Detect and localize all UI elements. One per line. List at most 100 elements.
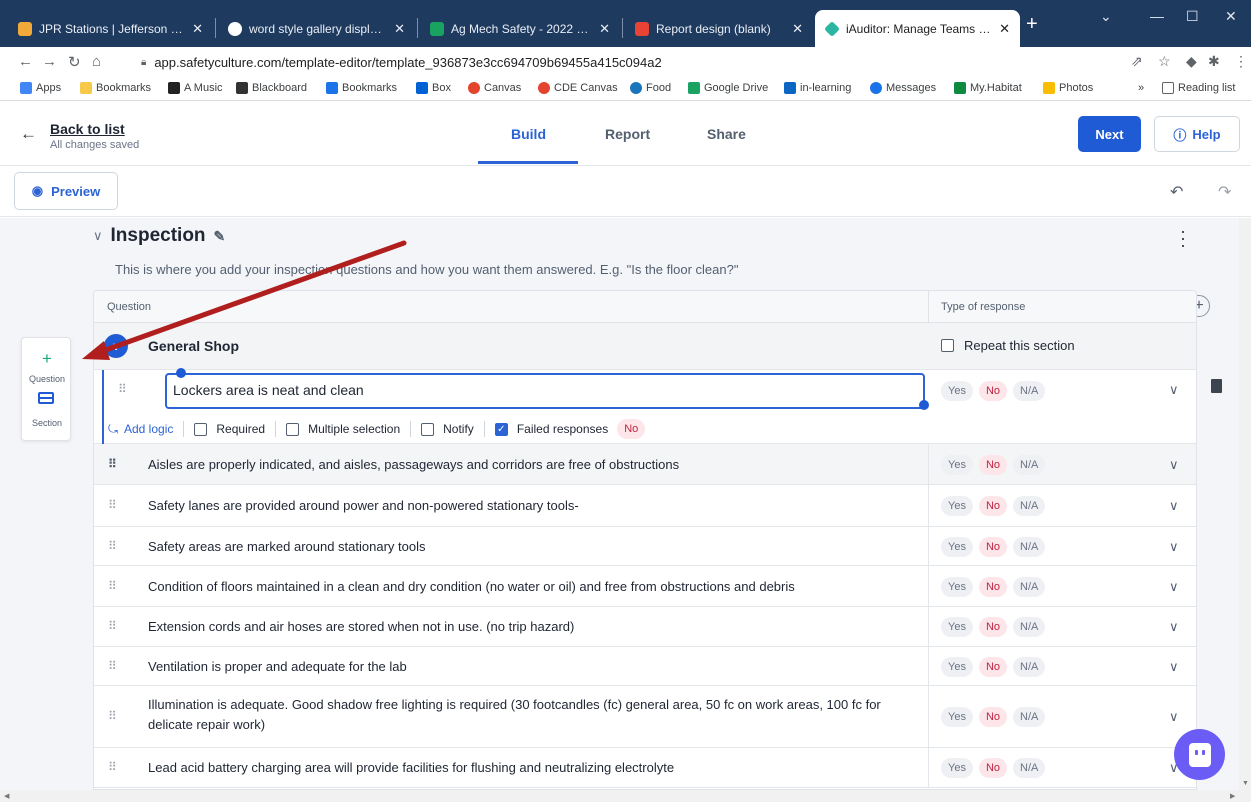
extension-icon[interactable]: ◆ xyxy=(1186,53,1197,70)
reload-icon[interactable]: ↻ xyxy=(68,53,81,71)
repeat-section-checkbox[interactable]: Repeat this section xyxy=(941,338,1075,353)
bookmark-item[interactable]: My.Habitat xyxy=(954,82,1022,94)
response-set[interactable]: Yes No N/A xyxy=(941,617,1046,637)
required-checkbox[interactable]: Required xyxy=(194,422,265,436)
question-input[interactable]: Lockers area is neat and clean xyxy=(165,373,925,409)
url-field[interactable]: 🔒︎ app.safetyculture.com/template-editor… xyxy=(141,51,1141,73)
trash-icon[interactable] xyxy=(1211,379,1222,393)
chevron-down-icon[interactable]: ∨ xyxy=(1169,659,1179,675)
question-text[interactable]: Safety lanes are provided around power a… xyxy=(148,496,918,516)
drag-handle-icon[interactable]: ⠿ xyxy=(108,659,117,673)
back-arrow-icon[interactable]: ← xyxy=(20,124,37,144)
tab-share[interactable]: Share xyxy=(707,126,746,142)
add-section-label[interactable]: Section xyxy=(22,418,72,428)
next-button[interactable]: Next xyxy=(1078,116,1141,152)
bookmark-item[interactable]: Blackboard xyxy=(236,82,307,94)
chevron-down-icon[interactable]: ∨ xyxy=(1169,498,1179,514)
vertical-scrollbar[interactable]: ▼ xyxy=(1239,218,1251,790)
bookmark-apps[interactable]: Apps xyxy=(20,82,61,94)
help-button[interactable]: ⓘ Help xyxy=(1154,116,1240,152)
drag-handle-icon[interactable]: ⠿ xyxy=(108,709,117,723)
star-icon[interactable]: ☆ xyxy=(1158,53,1171,70)
browser-tab-3[interactable]: Report design (blank) ✕ xyxy=(625,10,813,47)
question-row[interactable]: ⠿ Ventilation is proper and adequate for … xyxy=(94,647,1196,686)
response-set[interactable]: Yes No N/A xyxy=(941,381,1046,401)
response-set[interactable]: Yes No N/A xyxy=(941,496,1046,516)
question-row[interactable]: ⠿ Safety lanes are provided around power … xyxy=(94,485,1196,527)
bookmark-item[interactable]: Bookmarks xyxy=(80,82,151,94)
add-question-icon[interactable]: + xyxy=(22,349,72,369)
close-icon[interactable]: ✕ xyxy=(599,21,610,37)
add-section-icon[interactable] xyxy=(38,392,54,404)
failed-responses-checkbox[interactable]: ✓ Failed responses No xyxy=(494,419,646,439)
close-icon[interactable]: ✕ xyxy=(192,21,203,37)
back-icon[interactable]: ← xyxy=(18,53,33,70)
bookmark-item[interactable]: CDE Canvas xyxy=(538,82,618,94)
response-set[interactable]: Yes No N/A xyxy=(941,454,1046,475)
home-icon[interactable]: ⌂ xyxy=(92,53,101,70)
question-text[interactable]: Lead acid battery charging area will pro… xyxy=(148,758,918,778)
bookmark-item[interactable]: in-learning xyxy=(784,82,851,94)
drag-handle-icon[interactable]: ⠿ xyxy=(108,619,117,633)
tab-build[interactable]: Build xyxy=(511,126,546,142)
chevron-down-icon[interactable]: ∨ xyxy=(1169,579,1179,595)
multiple-selection-checkbox[interactable]: Multiple selection xyxy=(286,422,400,436)
question-text[interactable]: Condition of floors maintained in a clea… xyxy=(148,577,918,597)
share-icon[interactable]: ⇗ xyxy=(1131,53,1143,70)
horizontal-scrollbar[interactable]: ◀ ▶ xyxy=(0,790,1251,802)
undo-icon[interactable]: ↶ xyxy=(1170,182,1183,202)
add-logic-button[interactable]: ⤿ Add logic xyxy=(108,422,173,437)
question-row[interactable]: ⠿ Lead acid battery charging area will pr… xyxy=(94,748,1196,788)
question-row[interactable]: ⠿ Illumination is adequate. Good shadow f… xyxy=(94,686,1196,748)
drag-handle-icon[interactable]: ⠿ xyxy=(108,457,117,471)
resize-handle[interactable] xyxy=(176,368,186,378)
notify-checkbox[interactable]: Notify xyxy=(421,422,474,436)
chevron-down-icon[interactable]: ∨ xyxy=(1169,539,1179,555)
close-window-button[interactable]: ✕ xyxy=(1225,8,1237,25)
bookmark-item[interactable]: Box xyxy=(416,82,451,94)
chevron-down-icon[interactable]: ∨ xyxy=(1169,619,1179,635)
response-set[interactable]: Yes No N/A xyxy=(941,576,1046,597)
drag-handle-icon[interactable]: ⠿ xyxy=(108,579,117,593)
back-to-list-link[interactable]: Back to list xyxy=(50,121,125,137)
group-row[interactable]: ∨ General Shop Repeat this section xyxy=(94,323,1196,370)
group-title[interactable]: General Shop xyxy=(148,338,239,354)
bookmark-item[interactable]: Photos xyxy=(1043,82,1093,94)
menu-icon[interactable]: ⋮ xyxy=(1234,53,1248,70)
question-row[interactable]: ⠿ Condition of floors maintained in a cle… xyxy=(94,566,1196,607)
collapse-icon[interactable]: ∨ xyxy=(104,334,128,358)
question-row[interactable]: ⠿ Safety areas are marked around stationa… xyxy=(94,527,1196,566)
chevron-down-icon[interactable]: ∨ xyxy=(1169,457,1179,473)
response-set[interactable]: Yes No N/A xyxy=(941,758,1046,778)
drag-handle-icon[interactable]: ⠿ xyxy=(108,539,117,553)
drag-handle-icon[interactable]: ⠿ xyxy=(108,498,117,512)
chevron-down-icon[interactable]: ∨ xyxy=(1169,382,1179,398)
browser-tab-4[interactable]: iAuditor: Manage Teams and In ✕ xyxy=(815,10,1020,47)
chevron-down-icon[interactable]: ∨ xyxy=(93,228,103,244)
scroll-down-icon[interactable]: ▼ xyxy=(1242,780,1249,787)
response-set[interactable]: Yes No N/A xyxy=(941,707,1046,727)
selected-question-row[interactable]: ⠿ Lockers area is neat and clean Yes No … xyxy=(94,368,1196,444)
scroll-right-icon[interactable]: ▶ xyxy=(1230,792,1235,800)
question-text[interactable]: Safety areas are marked around stationar… xyxy=(148,537,918,557)
question-text[interactable]: Ventilation is proper and adequate for t… xyxy=(148,657,918,677)
drag-handle-icon[interactable]: ⠿ xyxy=(108,760,117,774)
bookmark-item[interactable]: Canvas xyxy=(468,82,521,94)
section-title[interactable]: Inspection xyxy=(111,225,206,247)
response-set[interactable]: Yes No N/A xyxy=(941,656,1046,677)
question-row[interactable]: ⠿ Aisles are properly indicated, and aisl… xyxy=(94,444,1196,485)
tab-search-icon[interactable]: ⌄ xyxy=(1100,8,1112,25)
new-tab-button[interactable]: + xyxy=(1026,14,1038,34)
reading-list[interactable]: Reading list xyxy=(1162,82,1235,94)
question-text[interactable]: Aisles are properly indicated, and aisle… xyxy=(148,455,918,475)
browser-tab-1[interactable]: word style gallery display size ✕ xyxy=(218,10,415,47)
pencil-icon[interactable]: ✎ xyxy=(214,228,226,245)
bookmark-item[interactable]: Food xyxy=(630,82,671,94)
section-header[interactable]: ∨ Inspection ✎ xyxy=(93,225,225,247)
bookmark-item[interactable]: A Music xyxy=(168,82,223,94)
resize-handle[interactable] xyxy=(919,400,929,410)
bookmark-item[interactable]: Google Drive xyxy=(688,82,768,94)
minimize-button[interactable]: — xyxy=(1150,8,1164,24)
section-menu-icon[interactable]: · · · xyxy=(1180,222,1186,254)
close-icon[interactable]: ✕ xyxy=(394,21,405,37)
